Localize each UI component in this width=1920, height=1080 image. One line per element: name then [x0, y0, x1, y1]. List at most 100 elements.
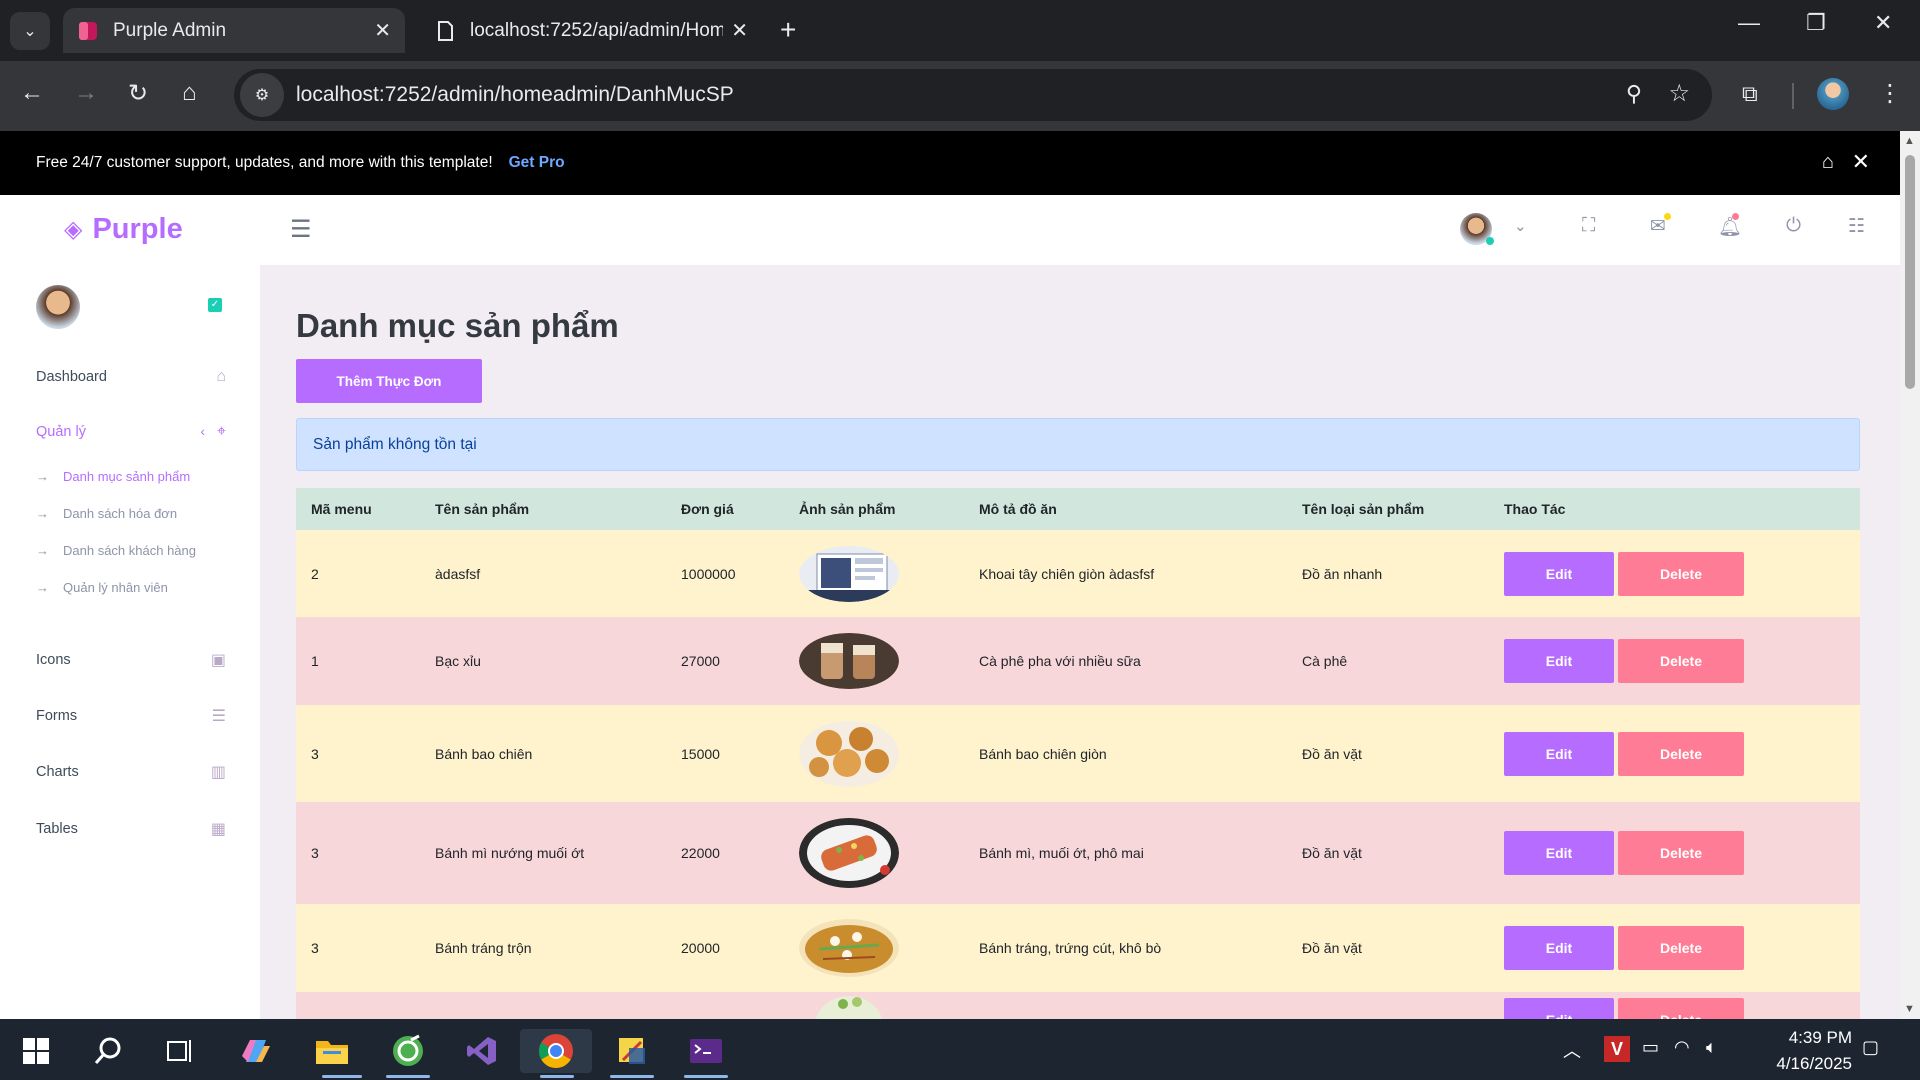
browser-menu-icon[interactable]: ⋮ [1878, 79, 1902, 108]
page-scrollbar[interactable]: ▲ ▼ [1900, 131, 1920, 1019]
home-icon[interactable]: ⌂ [182, 79, 197, 107]
settings-list-icon[interactable]: ☷ [1848, 215, 1865, 238]
column-header: Đơn giá [681, 501, 734, 517]
cell-price: 1000000 [681, 565, 736, 582]
scroll-down-arrow-icon[interactable]: ▼ [1904, 1003, 1915, 1015]
url-text[interactable]: localhost:7252/admin/homeadmin/DanhMucSP [296, 83, 734, 107]
submenu-item-khach-hang[interactable]: → Danh sách khách hàng [36, 543, 196, 558]
scrollbar-thumb[interactable] [1905, 155, 1915, 389]
sidebar-item-charts[interactable]: Charts ▥ [36, 762, 226, 782]
tab-title: localhost:7252/api/admin/Hom [470, 19, 724, 41]
reload-icon[interactable]: ↻ [128, 79, 148, 108]
get-pro-link[interactable]: Get Pro [509, 154, 565, 172]
window-close-icon[interactable]: ✕ [1874, 10, 1892, 36]
document-favicon-icon [438, 20, 453, 41]
chart-bar-icon: ▥ [210, 764, 226, 781]
bookmark-star-icon[interactable]: ☆ [1668, 79, 1690, 108]
submenu-item-hoa-don[interactable]: → Danh sách hóa đơn [36, 506, 177, 521]
add-menu-button[interactable]: Thêm Thực Đơn [296, 359, 482, 403]
table-row: 1 Bạc xỉu 27000 Cà phê pha với nhiều sữa… [296, 617, 1860, 705]
delete-button[interactable]: Delete [1618, 926, 1744, 970]
profile-avatar[interactable] [1817, 78, 1849, 110]
minimize-icon[interactable]: — [1738, 10, 1760, 36]
table-row: 3 Bánh tráng trộn 20000 Bánh tráng, trứn… [296, 904, 1860, 992]
sql-server-icon[interactable] [610, 1029, 654, 1073]
edit-button[interactable]: Edit [1504, 926, 1614, 970]
chrome-running-indicator [540, 1075, 574, 1078]
sidebar-item-icons[interactable]: Icons ▣ [36, 650, 226, 670]
rice-paper-salad-image [799, 919, 899, 977]
sidebar-item-quan-ly[interactable]: Quản lý ‹ ⌖ [36, 423, 226, 441]
sidebar-item-forms[interactable]: Forms ☰ [36, 706, 226, 726]
sidebar-item-dashboard[interactable]: Dashboard ⌂ [36, 368, 226, 386]
delete-button[interactable]: Delete [1618, 731, 1744, 776]
file-explorer-icon[interactable] [310, 1029, 354, 1073]
delete-button[interactable]: Delete [1618, 551, 1744, 596]
mail-icon[interactable]: ✉ [1650, 215, 1666, 238]
sidebar-item-tables[interactable]: Tables ▦ [36, 819, 226, 839]
new-tab-plus-icon[interactable]: + [780, 14, 796, 46]
volume-icon[interactable]: 🔈︎ [1706, 1037, 1717, 1058]
edit-button[interactable]: Edit [1504, 731, 1614, 776]
layers-logo-icon: ◈ [64, 216, 83, 243]
wifi-icon[interactable]: ◠ [1674, 1037, 1690, 1058]
cell-id: 2 [311, 565, 319, 582]
edit-button[interactable]: Edit [1504, 639, 1614, 683]
address-bar[interactable]: ⚙ localhost:7252/admin/homeadmin/DanhMuc… [234, 69, 1712, 121]
browser-tab-active[interactable]: Purple Admin ✕ [63, 8, 405, 53]
delete-button[interactable]: Delete [1618, 998, 1744, 1019]
browser-tab-inactive[interactable]: localhost:7252/api/admin/Hom ✕ [420, 8, 762, 53]
chevron-down-icon[interactable]: ⌄ [1514, 217, 1527, 235]
task-view-icon[interactable] [158, 1029, 202, 1073]
delete-button[interactable]: Delete [1618, 639, 1744, 683]
submenu-label: Danh sách khách hàng [63, 543, 196, 558]
promo-text: Free 24/7 customer support, updates, and… [36, 154, 493, 171]
extensions-puzzle-icon[interactable]: ⧉ [1742, 81, 1758, 107]
tab-search-button[interactable]: ⌄ [10, 12, 50, 50]
zoom-icon[interactable]: ⚲ [1626, 81, 1642, 107]
copilot-icon[interactable] [234, 1029, 278, 1073]
delete-button[interactable]: Delete [1618, 831, 1744, 875]
submenu-item-danh-muc[interactable]: → Danh mục sảnh phẩm [36, 469, 190, 484]
search-icon[interactable] [86, 1029, 130, 1073]
edit-button[interactable]: Edit [1504, 551, 1614, 596]
bell-icon[interactable]: 🔔︎ [1718, 215, 1742, 239]
tab-close-icon[interactable]: ✕ [374, 18, 391, 43]
app-green-icon[interactable] [386, 1029, 430, 1073]
sidebar-avatar[interactable] [36, 285, 80, 329]
visual-studio-icon[interactable] [460, 1029, 504, 1073]
terminal-icon[interactable] [684, 1029, 728, 1073]
notification-center-icon[interactable]: ▢ [1862, 1037, 1879, 1058]
sidebar-item-label: Icons [36, 652, 71, 668]
submenu-item-nhan-vien[interactable]: → Quản lý nhân viên [36, 580, 168, 595]
scroll-up-arrow-icon[interactable]: ▲ [1904, 135, 1915, 147]
cell-description: Bánh bao chiên giòn [979, 745, 1107, 762]
system-clock[interactable]: 4:39 PM 4/16/2025 [1732, 1025, 1852, 1077]
home-icon[interactable]: ⌂ [1822, 151, 1834, 174]
menu-toggle-icon[interactable]: ☰ [290, 215, 312, 244]
windows-start-icon[interactable] [14, 1029, 58, 1073]
power-icon[interactable]: ⏻ [1786, 215, 1801, 237]
chrome-icon[interactable] [520, 1029, 592, 1073]
format-list-icon: ☰ [211, 708, 226, 725]
close-icon[interactable]: ✕ [1852, 149, 1870, 175]
cell-name: Bạc xỉu [435, 653, 481, 669]
sidebar: ✓ Dashboard ⌂ Quản lý ‹ ⌖ → Danh mục sảnh … [0, 265, 260, 1019]
cell-category: Đồ ăn vặt [1302, 845, 1362, 861]
vivaldi-tray-icon[interactable]: V [1604, 1036, 1630, 1062]
edit-button[interactable]: Edit [1504, 831, 1614, 875]
arrow-right-icon: → [36, 506, 49, 521]
restore-icon[interactable]: ❐ [1806, 10, 1826, 36]
fullscreen-icon[interactable]: ⛶ [1582, 215, 1595, 237]
edit-button[interactable]: Edit [1504, 998, 1614, 1019]
column-header: Mô tả đồ ăn [979, 501, 1057, 517]
chevron-up-icon[interactable]: ︿ [1563, 1037, 1581, 1063]
toolbar-divider [1792, 83, 1794, 109]
back-arrow-icon[interactable]: ← [20, 79, 44, 107]
site-info-icon[interactable]: ⚙ [240, 73, 284, 117]
brand-logo[interactable]: ◈ Purple [64, 213, 183, 246]
battery-icon[interactable]: ▭ [1642, 1037, 1659, 1058]
info-alert: Sản phẩm không tồn tại [296, 418, 1860, 471]
tab-close-icon[interactable]: ✕ [731, 18, 748, 43]
forward-arrow-icon[interactable]: → [74, 79, 98, 107]
